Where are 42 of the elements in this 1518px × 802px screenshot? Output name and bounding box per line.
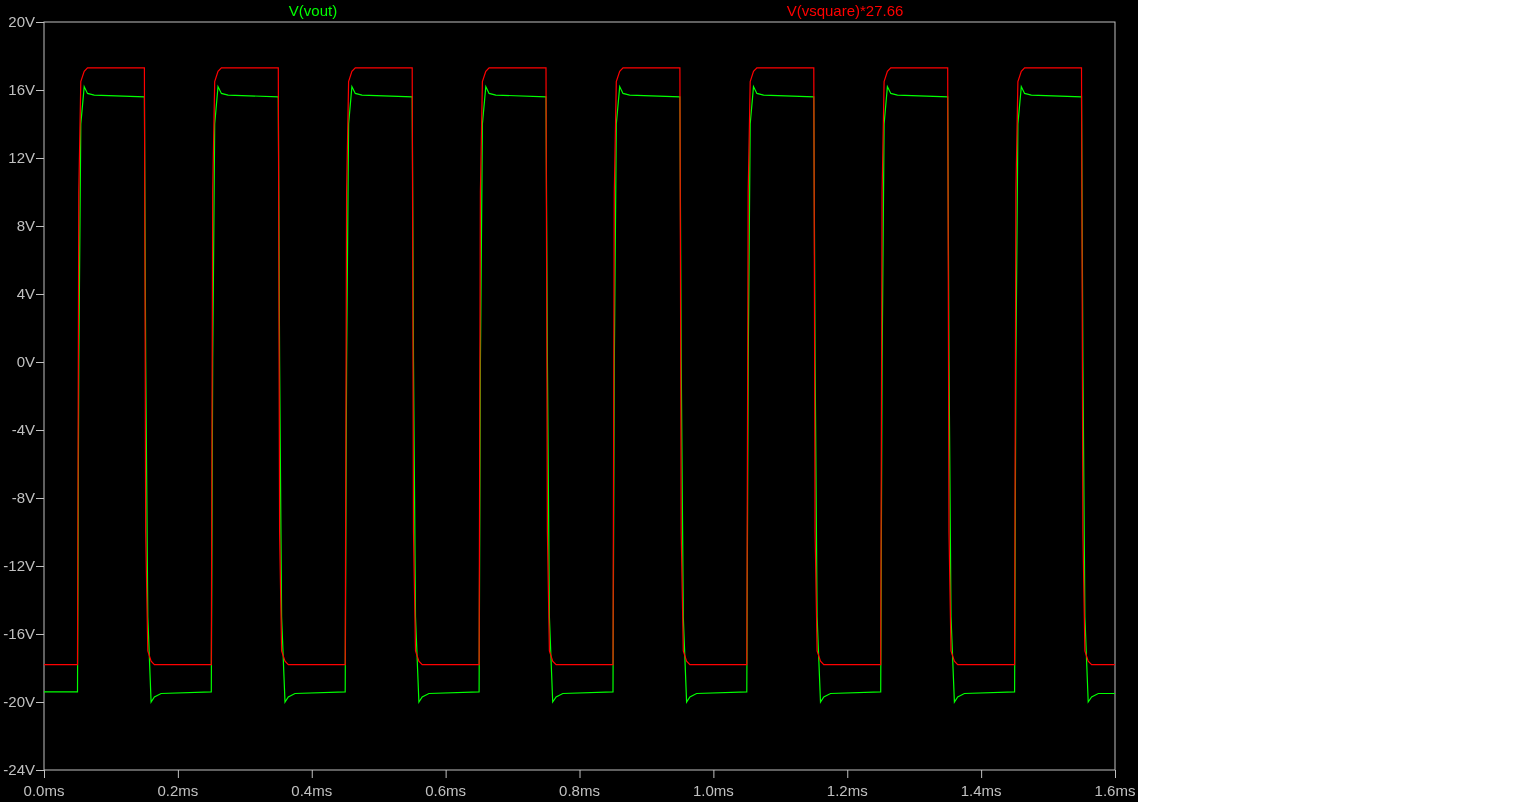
tick-mark [35,362,45,363]
x-tick-label: 0.2ms [157,782,199,799]
y-tick-label: -4V [11,421,35,438]
y-tick-label: -24V [3,761,35,778]
x-tick-label: 0.0ms [23,782,65,799]
x-tick-label: 1.0ms [692,782,734,799]
tick-mark [1115,769,1116,779]
tick-mark [311,769,313,779]
tick-mark [35,498,45,499]
y-tick-label: 20V [8,13,35,30]
x-tick-label: 0.8ms [559,782,600,799]
tick-mark [445,769,447,779]
tick-mark [35,90,45,91]
tick-mark [579,769,581,779]
tick-mark [35,294,45,295]
y-tick-label: 0V [16,353,35,370]
y-tick-label: 16V [8,81,35,98]
legend-label[interactable]: V(vsquare)*27.66 [786,2,904,19]
tick-mark [713,769,715,779]
y-tick-label: -12V [3,557,35,574]
y-tick-label: -16V [3,625,35,642]
tick-mark [35,430,45,431]
tick-mark [177,769,179,779]
tick-mark [35,22,45,23]
tick-mark [847,769,849,779]
x-tick-label: 0.6ms [425,782,467,799]
tick-mark [35,226,45,227]
x-tick-label: 1.4ms [960,782,1002,799]
tick-mark [35,566,45,567]
y-tick-label: 12V [8,149,35,166]
x-tick-label: 1.6ms [1094,782,1136,799]
tick-mark [35,634,45,635]
y-tick-label: 8V [16,217,35,234]
y-tick-label: -20V [3,693,35,710]
legend-label[interactable]: V(vout) [288,2,338,19]
tick-mark [35,702,45,703]
x-tick-label: 0.4ms [291,782,333,799]
y-tick-label: -8V [11,489,35,506]
x-tick-label: 1.2ms [826,782,868,799]
tick-mark [35,158,45,159]
tick-mark [981,769,983,779]
y-tick-label: 4V [16,285,35,302]
